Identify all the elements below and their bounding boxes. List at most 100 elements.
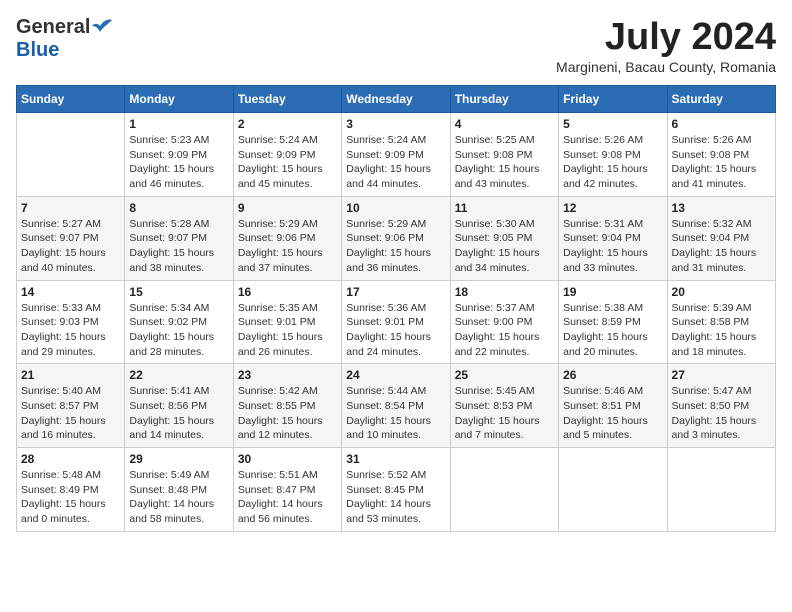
day-number: 20 bbox=[672, 285, 771, 299]
day-info: Sunrise: 5:52 AM Sunset: 8:45 PM Dayligh… bbox=[346, 468, 445, 527]
day-number: 18 bbox=[455, 285, 554, 299]
calendar-cell: 19 Sunrise: 5:38 AM Sunset: 8:59 PM Dayli… bbox=[559, 280, 667, 364]
logo-general-text: General bbox=[16, 16, 90, 39]
calendar-cell: 10 Sunrise: 5:29 AM Sunset: 9:06 PM Dayli… bbox=[342, 196, 450, 280]
day-info: Sunrise: 5:39 AM Sunset: 8:58 PM Dayligh… bbox=[672, 301, 771, 360]
calendar-cell: 29 Sunrise: 5:49 AM Sunset: 8:48 PM Dayli… bbox=[125, 448, 233, 532]
day-info: Sunrise: 5:29 AM Sunset: 9:06 PM Dayligh… bbox=[346, 217, 445, 276]
calendar-cell: 2 Sunrise: 5:24 AM Sunset: 9:09 PM Daylig… bbox=[233, 113, 341, 197]
calendar-cell: 15Sunrise: 5:34 AM Sunset: 9:02 PM Dayli… bbox=[125, 280, 233, 364]
day-info: Sunrise: 5:38 AM Sunset: 8:59 PM Dayligh… bbox=[563, 301, 662, 360]
day-number: 22 bbox=[129, 368, 228, 382]
calendar-cell: 13Sunrise: 5:32 AM Sunset: 9:04 PM Dayli… bbox=[667, 196, 775, 280]
day-info: Sunrise: 5:48 AM Sunset: 8:49 PM Dayligh… bbox=[21, 468, 120, 527]
day-info: Sunrise: 5:35 AM Sunset: 9:01 PM Dayligh… bbox=[238, 301, 337, 360]
location-subtitle: Margineni, Bacau County, Romania bbox=[556, 59, 776, 75]
day-number: 15 bbox=[129, 285, 228, 299]
day-info: Sunrise: 5:51 AM Sunset: 8:47 PM Dayligh… bbox=[238, 468, 337, 527]
day-info: Sunrise: 5:33 AM Sunset: 9:03 PM Dayligh… bbox=[21, 301, 120, 360]
day-number: 7 bbox=[21, 201, 120, 215]
day-number: 14 bbox=[21, 285, 120, 299]
day-number: 3 bbox=[346, 117, 445, 131]
day-number: 4 bbox=[455, 117, 554, 131]
calendar-cell: 11 Sunrise: 5:30 AM Sunset: 9:05 PM Dayli… bbox=[450, 196, 558, 280]
day-number: 10 bbox=[346, 201, 445, 215]
day-number: 21 bbox=[21, 368, 120, 382]
calendar-cell: 25 Sunrise: 5:45 AM Sunset: 8:53 PM Dayli… bbox=[450, 364, 558, 448]
day-info: Sunrise: 5:24 AM Sunset: 9:09 PM Dayligh… bbox=[346, 133, 445, 192]
day-info: Sunrise: 5:37 AM Sunset: 9:00 PM Dayligh… bbox=[455, 301, 554, 360]
day-number: 29 bbox=[129, 452, 228, 466]
day-info: Sunrise: 5:31 AM Sunset: 9:04 PM Dayligh… bbox=[563, 217, 662, 276]
day-number: 19 bbox=[563, 285, 662, 299]
calendar-cell: 30 Sunrise: 5:51 AM Sunset: 8:47 PM Dayli… bbox=[233, 448, 341, 532]
day-info: Sunrise: 5:42 AM Sunset: 8:55 PM Dayligh… bbox=[238, 384, 337, 443]
day-info: Sunrise: 5:49 AM Sunset: 8:48 PM Dayligh… bbox=[129, 468, 228, 527]
day-number: 30 bbox=[238, 452, 337, 466]
calendar-cell: 6 Sunrise: 5:26 AM Sunset: 9:08 PM Daylig… bbox=[667, 113, 775, 197]
day-info: Sunrise: 5:27 AM Sunset: 9:07 PM Dayligh… bbox=[21, 217, 120, 276]
day-number: 16 bbox=[238, 285, 337, 299]
day-info: Sunrise: 5:24 AM Sunset: 9:09 PM Dayligh… bbox=[238, 133, 337, 192]
day-info: Sunrise: 5:45 AM Sunset: 8:53 PM Dayligh… bbox=[455, 384, 554, 443]
weekday-header: Sunday bbox=[17, 86, 125, 113]
day-info: Sunrise: 5:26 AM Sunset: 9:08 PM Dayligh… bbox=[672, 133, 771, 192]
weekday-header: Monday bbox=[125, 86, 233, 113]
calendar-cell: 12 Sunrise: 5:31 AM Sunset: 9:04 PM Dayli… bbox=[559, 196, 667, 280]
day-info: Sunrise: 5:44 AM Sunset: 8:54 PM Dayligh… bbox=[346, 384, 445, 443]
day-number: 9 bbox=[238, 201, 337, 215]
month-year-title: July 2024 bbox=[556, 16, 776, 59]
day-info: Sunrise: 5:41 AM Sunset: 8:56 PM Dayligh… bbox=[129, 384, 228, 443]
day-number: 8 bbox=[129, 201, 228, 215]
day-info: Sunrise: 5:36 AM Sunset: 9:01 PM Dayligh… bbox=[346, 301, 445, 360]
day-number: 28 bbox=[21, 452, 120, 466]
title-area: July 2024 Margineni, Bacau County, Roman… bbox=[556, 16, 776, 75]
calendar-cell bbox=[559, 448, 667, 532]
day-info: Sunrise: 5:46 AM Sunset: 8:51 PM Dayligh… bbox=[563, 384, 662, 443]
calendar-cell: 22 Sunrise: 5:41 AM Sunset: 8:56 PM Dayli… bbox=[125, 364, 233, 448]
calendar-cell: 31Sunrise: 5:52 AM Sunset: 8:45 PM Dayli… bbox=[342, 448, 450, 532]
day-number: 12 bbox=[563, 201, 662, 215]
calendar-cell: 7 Sunrise: 5:27 AM Sunset: 9:07 PM Daylig… bbox=[17, 196, 125, 280]
day-number: 2 bbox=[238, 117, 337, 131]
calendar-cell: 26 Sunrise: 5:46 AM Sunset: 8:51 PM Dayli… bbox=[559, 364, 667, 448]
calendar-cell: 17Sunrise: 5:36 AM Sunset: 9:01 PM Dayli… bbox=[342, 280, 450, 364]
day-info: Sunrise: 5:28 AM Sunset: 9:07 PM Dayligh… bbox=[129, 217, 228, 276]
day-info: Sunrise: 5:26 AM Sunset: 9:08 PM Dayligh… bbox=[563, 133, 662, 192]
calendar-cell: 14 Sunrise: 5:33 AM Sunset: 9:03 PM Dayli… bbox=[17, 280, 125, 364]
calendar-cell: 28 Sunrise: 5:48 AM Sunset: 8:49 PM Dayli… bbox=[17, 448, 125, 532]
calendar-cell: 5 Sunrise: 5:26 AM Sunset: 9:08 PM Daylig… bbox=[559, 113, 667, 197]
calendar-cell: 16 Sunrise: 5:35 AM Sunset: 9:01 PM Dayli… bbox=[233, 280, 341, 364]
day-number: 23 bbox=[238, 368, 337, 382]
day-number: 26 bbox=[563, 368, 662, 382]
calendar-cell: 27Sunrise: 5:47 AM Sunset: 8:50 PM Dayli… bbox=[667, 364, 775, 448]
day-info: Sunrise: 5:32 AM Sunset: 9:04 PM Dayligh… bbox=[672, 217, 771, 276]
day-number: 25 bbox=[455, 368, 554, 382]
calendar-cell: 20 Sunrise: 5:39 AM Sunset: 8:58 PM Dayli… bbox=[667, 280, 775, 364]
calendar-cell bbox=[450, 448, 558, 532]
day-info: Sunrise: 5:30 AM Sunset: 9:05 PM Dayligh… bbox=[455, 217, 554, 276]
weekday-header: Friday bbox=[559, 86, 667, 113]
calendar-week-row: 21 Sunrise: 5:40 AM Sunset: 8:57 PM Dayli… bbox=[17, 364, 776, 448]
calendar-cell: 8 Sunrise: 5:28 AM Sunset: 9:07 PM Daylig… bbox=[125, 196, 233, 280]
day-number: 11 bbox=[455, 201, 554, 215]
weekday-header: Tuesday bbox=[233, 86, 341, 113]
logo: General Blue bbox=[16, 16, 116, 62]
day-number: 6 bbox=[672, 117, 771, 131]
calendar-week-row: 7 Sunrise: 5:27 AM Sunset: 9:07 PM Daylig… bbox=[17, 196, 776, 280]
logo-blue-text: Blue bbox=[16, 39, 59, 62]
day-info: Sunrise: 5:40 AM Sunset: 8:57 PM Dayligh… bbox=[21, 384, 120, 443]
calendar-cell bbox=[17, 113, 125, 197]
page-header: General Blue July 2024 Margineni, Bacau … bbox=[16, 16, 776, 75]
calendar-week-row: 1 Sunrise: 5:23 AM Sunset: 9:09 PM Daylig… bbox=[17, 113, 776, 197]
calendar-cell: 24Sunrise: 5:44 AM Sunset: 8:54 PM Dayli… bbox=[342, 364, 450, 448]
day-number: 27 bbox=[672, 368, 771, 382]
calendar-cell: 9Sunrise: 5:29 AM Sunset: 9:06 PM Daylig… bbox=[233, 196, 341, 280]
logo-bird-icon bbox=[92, 18, 116, 38]
weekday-header: Thursday bbox=[450, 86, 558, 113]
weekday-header: Wednesday bbox=[342, 86, 450, 113]
day-info: Sunrise: 5:23 AM Sunset: 9:09 PM Dayligh… bbox=[129, 133, 228, 192]
day-number: 1 bbox=[129, 117, 228, 131]
day-number: 5 bbox=[563, 117, 662, 131]
calendar-cell: 3 Sunrise: 5:24 AM Sunset: 9:09 PM Daylig… bbox=[342, 113, 450, 197]
